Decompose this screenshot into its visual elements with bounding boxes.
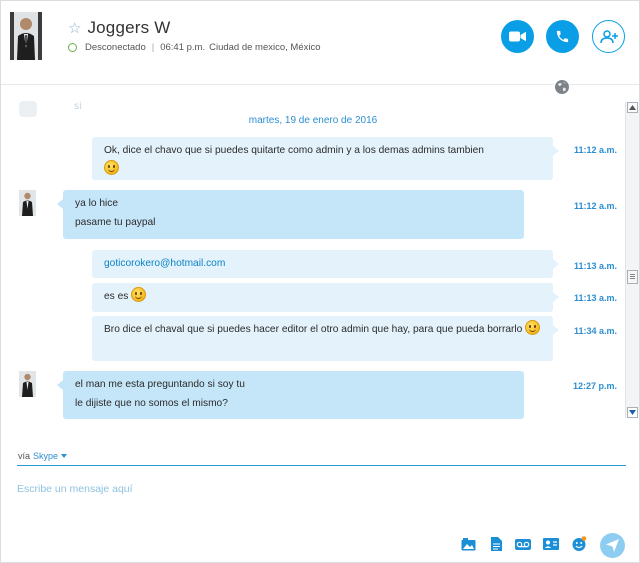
message-text: ya lo hice bbox=[75, 198, 119, 209]
send-file-button[interactable] bbox=[488, 537, 504, 551]
message-bubble[interactable]: es es bbox=[92, 283, 559, 312]
favorite-star-icon[interactable]: ☆ bbox=[68, 20, 81, 36]
message-time: 11:34 a.m. bbox=[573, 326, 617, 336]
via-label: vía bbox=[18, 451, 31, 461]
via-service[interactable]: Skype bbox=[33, 451, 58, 461]
status-separator: | bbox=[151, 42, 155, 53]
add-participant-button[interactable] bbox=[592, 20, 625, 53]
compose-divider bbox=[17, 465, 626, 466]
email-link[interactable]: goticorokero@hotmail.com bbox=[104, 258, 225, 269]
message-text: Ok, dice el chavo que si puedes quitarte… bbox=[104, 145, 484, 156]
message-text: le dijiste que no somos el mismo? bbox=[75, 398, 228, 409]
send-button[interactable] bbox=[600, 533, 625, 558]
scroll-up-button[interactable] bbox=[627, 102, 638, 113]
message-text: Bro dice el chaval que si puedes hacer e… bbox=[104, 324, 523, 335]
chat-window: ☆ Joggers W Desconectado | 06:41 p.m. Ci… bbox=[0, 0, 640, 563]
message-time: 11:12 a.m. bbox=[573, 145, 617, 155]
voicemail-icon bbox=[515, 538, 531, 550]
date-separator: martes, 19 de enero de 2016 bbox=[248, 115, 378, 126]
voice-call-button[interactable] bbox=[546, 20, 579, 53]
smile-emoticon-icon bbox=[104, 160, 119, 175]
message-time: 12:27 p.m. bbox=[572, 381, 617, 391]
contact-name[interactable]: Joggers W bbox=[87, 18, 170, 38]
send-icon bbox=[606, 539, 619, 552]
scrollbar-thumb[interactable] bbox=[627, 270, 638, 284]
message-text: el man me esta preguntando si soy tu bbox=[75, 379, 245, 390]
send-photo-button[interactable] bbox=[460, 537, 476, 551]
message-bubble[interactable]: el man me esta preguntando si soy tu le … bbox=[57, 371, 524, 419]
image-icon bbox=[461, 537, 475, 550]
conversation-header: ☆ Joggers W Desconectado | 06:41 p.m. Ci… bbox=[1, 1, 639, 83]
message-input[interactable] bbox=[17, 479, 577, 499]
arrow-up-icon bbox=[629, 105, 636, 110]
video-message-button[interactable] bbox=[515, 537, 531, 551]
message-time: 11:12 a.m. bbox=[573, 201, 617, 211]
message-text: pasame tu paypal bbox=[75, 217, 156, 228]
phone-icon bbox=[556, 30, 569, 43]
message-bubble[interactable]: ya lo hice pasame tu paypal bbox=[57, 190, 524, 239]
contact-location: Ciudad de mexico, México bbox=[209, 42, 321, 53]
message-bubble[interactable]: Bro dice el chaval que si puedes hacer e… bbox=[92, 316, 559, 361]
emoticon-icon bbox=[572, 536, 587, 551]
contact-status-row: Desconectado | 06:41 p.m. Ciudad de mexi… bbox=[68, 42, 321, 53]
sender-avatar[interactable] bbox=[19, 371, 36, 397]
sender-avatar[interactable] bbox=[19, 190, 36, 216]
globe-icon[interactable] bbox=[553, 78, 570, 95]
message-scrollbar[interactable] bbox=[625, 102, 639, 418]
message-bubble[interactable]: Ok, dice el chavo que si puedes quitarte… bbox=[92, 137, 559, 180]
smile-emoticon-icon bbox=[525, 320, 541, 335]
arrow-down-icon bbox=[629, 410, 636, 415]
header-divider bbox=[1, 84, 639, 85]
emoticon-button[interactable] bbox=[571, 536, 587, 551]
contact-name-row: ☆ Joggers W bbox=[68, 18, 171, 38]
add-person-icon bbox=[599, 29, 618, 43]
via-selector[interactable]: vía Skype bbox=[18, 451, 68, 461]
video-camera-icon bbox=[509, 31, 526, 42]
smile-emoticon-icon bbox=[131, 287, 147, 302]
faded-message: si bbox=[74, 101, 82, 112]
video-call-button[interactable] bbox=[501, 20, 534, 53]
contact-local-time: 06:41 p.m. bbox=[160, 42, 206, 53]
message-history[interactable]: si martes, 19 de enero de 2016 Ok, dice … bbox=[1, 95, 625, 421]
message-bubble[interactable]: goticorokero@hotmail.com bbox=[92, 250, 559, 278]
contact-avatar[interactable] bbox=[10, 12, 42, 60]
contact-card-icon bbox=[543, 538, 559, 550]
scroll-down-button[interactable] bbox=[627, 407, 638, 418]
offline-status-icon bbox=[68, 43, 77, 52]
send-contact-button[interactable] bbox=[543, 537, 559, 551]
file-icon bbox=[490, 537, 502, 551]
message-time: 11:13 a.m. bbox=[573, 293, 617, 303]
message-time: 11:13 a.m. bbox=[573, 261, 617, 271]
message-text: es es bbox=[104, 291, 129, 302]
presence-status: Desconectado bbox=[85, 42, 146, 53]
chevron-down-icon bbox=[61, 454, 68, 458]
